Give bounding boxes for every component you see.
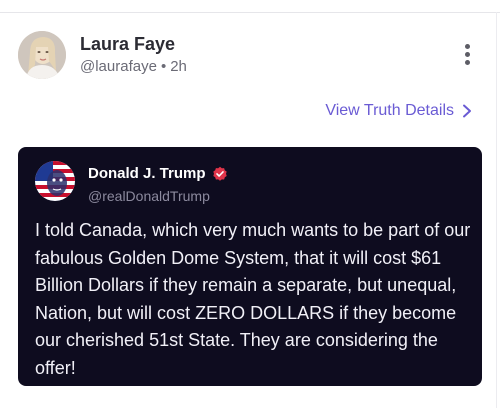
meta-separator: • — [160, 58, 167, 75]
kebab-vertical-icon[interactable] — [460, 44, 474, 66]
view-truth-details-link[interactable]: View Truth Details — [325, 102, 472, 120]
author-name[interactable]: Laura Faye — [80, 34, 175, 55]
action-bar-partial — [0, 400, 500, 408]
quoted-author-avatar[interactable] — [35, 161, 75, 201]
quoted-author-name[interactable]: Donald J. Trump — [88, 165, 206, 182]
right-divider — [496, 12, 497, 408]
author-avatar[interactable] — [18, 31, 66, 79]
author-handle[interactable]: @laurafaye — [80, 58, 157, 75]
quoted-post-text: I told Canada, which very much wants to … — [35, 220, 471, 378]
verified-badge-icon — [212, 166, 227, 181]
quoted-author-handle[interactable]: @realDonaldTrump — [88, 188, 210, 204]
author-meta: @laurafaye • 2h — [80, 58, 187, 75]
post-time: 2h — [170, 58, 187, 75]
quoted-post-card[interactable]: Donald J. Trump @realDonaldTrump I told … — [18, 147, 482, 386]
top-divider — [0, 12, 500, 13]
chevron-right-icon — [463, 104, 471, 118]
view-truth-details-label: View Truth Details — [325, 102, 454, 119]
quoted-author-name-row: Donald J. Trump — [88, 165, 228, 182]
